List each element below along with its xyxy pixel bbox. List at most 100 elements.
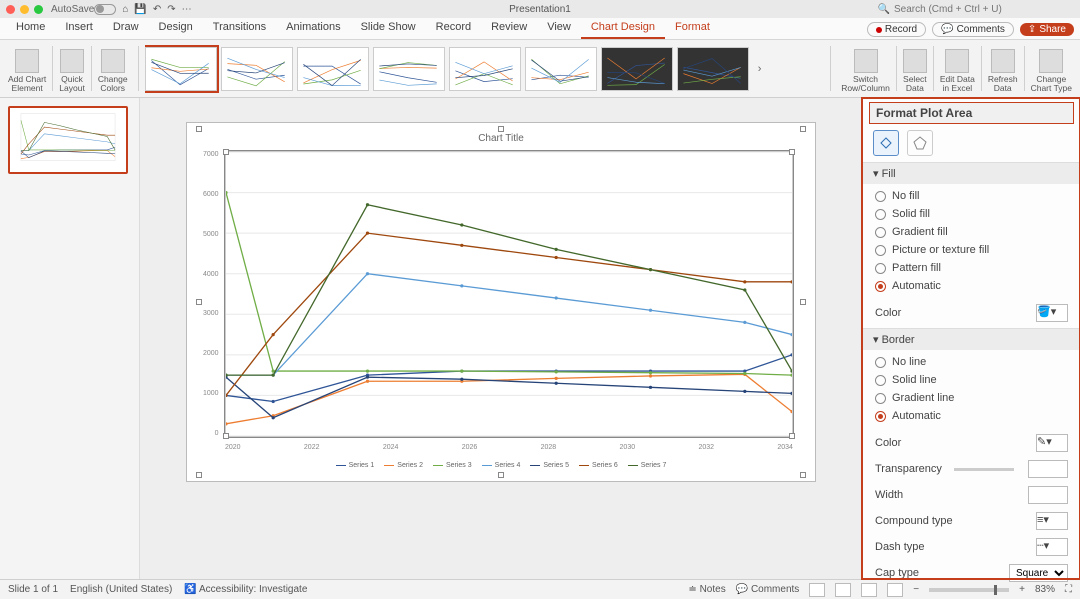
- styles-scroll-right[interactable]: ›: [753, 63, 767, 75]
- chart-style-7[interactable]: [601, 47, 673, 91]
- resize-handle[interactable]: [196, 299, 202, 305]
- compound-type-picker[interactable]: ≡▾: [1036, 512, 1068, 530]
- resize-handle[interactable]: [498, 472, 504, 478]
- chart-legend[interactable]: Series 1Series 2Series 3Series 4Series 5…: [199, 462, 803, 469]
- legend-item[interactable]: Series 5: [530, 462, 569, 469]
- chart-style-1[interactable]: [145, 47, 217, 91]
- fill-option-no-fill[interactable]: No fill: [875, 190, 1068, 202]
- save-icon[interactable]: 💾: [134, 4, 146, 15]
- plot-resize-handle[interactable]: [223, 433, 229, 439]
- slide-canvas[interactable]: Chart Title 7000600050004000300020001000…: [140, 98, 862, 579]
- tab-transitions[interactable]: Transitions: [203, 17, 276, 39]
- tab-design[interactable]: Design: [149, 17, 203, 39]
- view-sorter[interactable]: [835, 583, 851, 597]
- slide-thumb-1[interactable]: [8, 106, 128, 174]
- transparency-slider[interactable]: [954, 468, 1014, 471]
- ribbon-refresh-data[interactable]: Refresh Data: [984, 42, 1022, 95]
- fill-option-picture-or-texture-fill[interactable]: Picture or texture fill: [875, 244, 1068, 256]
- view-normal[interactable]: [809, 583, 825, 597]
- plot-resize-handle[interactable]: [789, 149, 795, 155]
- ribbon-quick-layout[interactable]: Quick Layout: [55, 42, 89, 95]
- border-option-no-line[interactable]: No line: [875, 356, 1068, 368]
- slide-indicator[interactable]: Slide 1 of 1: [8, 584, 58, 595]
- fill-option-solid-fill[interactable]: Solid fill: [875, 208, 1068, 220]
- resize-handle[interactable]: [196, 126, 202, 132]
- effects-tab[interactable]: [907, 130, 933, 156]
- ribbon-change-chart-type[interactable]: Change Chart Type: [1027, 42, 1076, 95]
- tab-format[interactable]: Format: [665, 17, 720, 39]
- border-color-picker[interactable]: ✎▾: [1036, 434, 1068, 452]
- border-option-automatic[interactable]: Automatic: [875, 410, 1068, 422]
- legend-item[interactable]: Series 3: [433, 462, 472, 469]
- more-icon[interactable]: ⋯: [182, 4, 192, 15]
- tab-animations[interactable]: Animations: [276, 17, 350, 39]
- zoom-in[interactable]: +: [1019, 584, 1025, 595]
- fill-color-picker[interactable]: 🪣▾: [1036, 304, 1068, 322]
- chart-style-8[interactable]: [677, 47, 749, 91]
- plot-resize-handle[interactable]: [223, 149, 229, 155]
- tab-view[interactable]: View: [537, 17, 581, 39]
- search-box[interactable]: 🔍: [878, 4, 1074, 15]
- ribbon-switch-row-column[interactable]: Switch Row/Column: [837, 42, 894, 95]
- resize-handle[interactable]: [800, 299, 806, 305]
- chart-style-2[interactable]: [221, 47, 293, 91]
- close-window[interactable]: [6, 5, 15, 14]
- tab-insert[interactable]: Insert: [55, 17, 103, 39]
- undo-icon[interactable]: ↶: [153, 4, 161, 15]
- cap-type-select[interactable]: Square: [1009, 564, 1068, 582]
- zoom-out[interactable]: −: [913, 584, 919, 595]
- legend-item[interactable]: Series 6: [579, 462, 618, 469]
- border-option-gradient-line[interactable]: Gradient line: [875, 392, 1068, 404]
- legend-item[interactable]: Series 1: [336, 462, 375, 469]
- resize-handle[interactable]: [800, 472, 806, 478]
- notes-button[interactable]: ≐ Notes: [688, 584, 725, 595]
- resize-handle[interactable]: [800, 126, 806, 132]
- tab-record[interactable]: Record: [426, 17, 481, 39]
- ribbon-edit-data-in-excel[interactable]: Edit Data in Excel: [936, 42, 979, 95]
- tab-draw[interactable]: Draw: [103, 17, 149, 39]
- resize-handle[interactable]: [498, 126, 504, 132]
- comments-button[interactable]: 💬 Comments: [932, 22, 1014, 37]
- ribbon-select-data[interactable]: Select Data: [899, 42, 931, 95]
- ribbon-change-colors[interactable]: Change Colors: [94, 42, 132, 95]
- language-indicator[interactable]: English (United States): [70, 584, 172, 595]
- ribbon-add-chart-element[interactable]: Add Chart Element: [4, 42, 50, 95]
- zoom-slider[interactable]: [929, 588, 1009, 592]
- autosave-toggle[interactable]: [94, 4, 116, 15]
- chart-style-3[interactable]: [297, 47, 369, 91]
- width-input[interactable]: [1028, 486, 1068, 504]
- minimize-window[interactable]: [20, 5, 29, 14]
- resize-handle[interactable]: [196, 472, 202, 478]
- slide[interactable]: Chart Title 7000600050004000300020001000…: [186, 122, 816, 482]
- accessibility-indicator[interactable]: ♿ Accessibility: Investigate: [184, 584, 307, 595]
- border-section-header[interactable]: ▾ Border: [863, 328, 1080, 350]
- view-reading[interactable]: [861, 583, 877, 597]
- fill-option-pattern-fill[interactable]: Pattern fill: [875, 262, 1068, 274]
- home-icon[interactable]: ⌂: [122, 4, 128, 15]
- plot-resize-handle[interactable]: [789, 433, 795, 439]
- fill-section-header[interactable]: ▾ Fill: [863, 162, 1080, 184]
- record-button[interactable]: Record: [867, 22, 926, 37]
- zoom-window[interactable]: [34, 5, 43, 14]
- view-slideshow[interactable]: [887, 583, 903, 597]
- legend-item[interactable]: Series 7: [628, 462, 667, 469]
- tab-slide-show[interactable]: Slide Show: [351, 17, 426, 39]
- fit-to-window[interactable]: ⛶: [1065, 584, 1072, 595]
- tab-home[interactable]: Home: [6, 17, 55, 39]
- fill-option-gradient-fill[interactable]: Gradient fill: [875, 226, 1068, 238]
- chart-styles-gallery[interactable]: ›: [145, 42, 825, 95]
- chart-style-5[interactable]: [449, 47, 521, 91]
- share-button[interactable]: ⇪ Share: [1020, 23, 1074, 36]
- chart-object[interactable]: Chart Title 7000600050004000300020001000…: [199, 129, 803, 475]
- search-input[interactable]: [894, 4, 1074, 15]
- dash-type-picker[interactable]: ┄▾: [1036, 538, 1068, 556]
- chart-style-6[interactable]: [525, 47, 597, 91]
- tab-chart-design[interactable]: Chart Design: [581, 17, 665, 39]
- comments-status-button[interactable]: 💬 Comments: [736, 584, 800, 595]
- chart-style-4[interactable]: [373, 47, 445, 91]
- legend-item[interactable]: Series 2: [384, 462, 423, 469]
- zoom-level[interactable]: 83%: [1035, 584, 1055, 595]
- plot-area[interactable]: [225, 151, 793, 437]
- transparency-input[interactable]: [1028, 460, 1068, 478]
- slide-thumbnail-pane[interactable]: [0, 98, 140, 579]
